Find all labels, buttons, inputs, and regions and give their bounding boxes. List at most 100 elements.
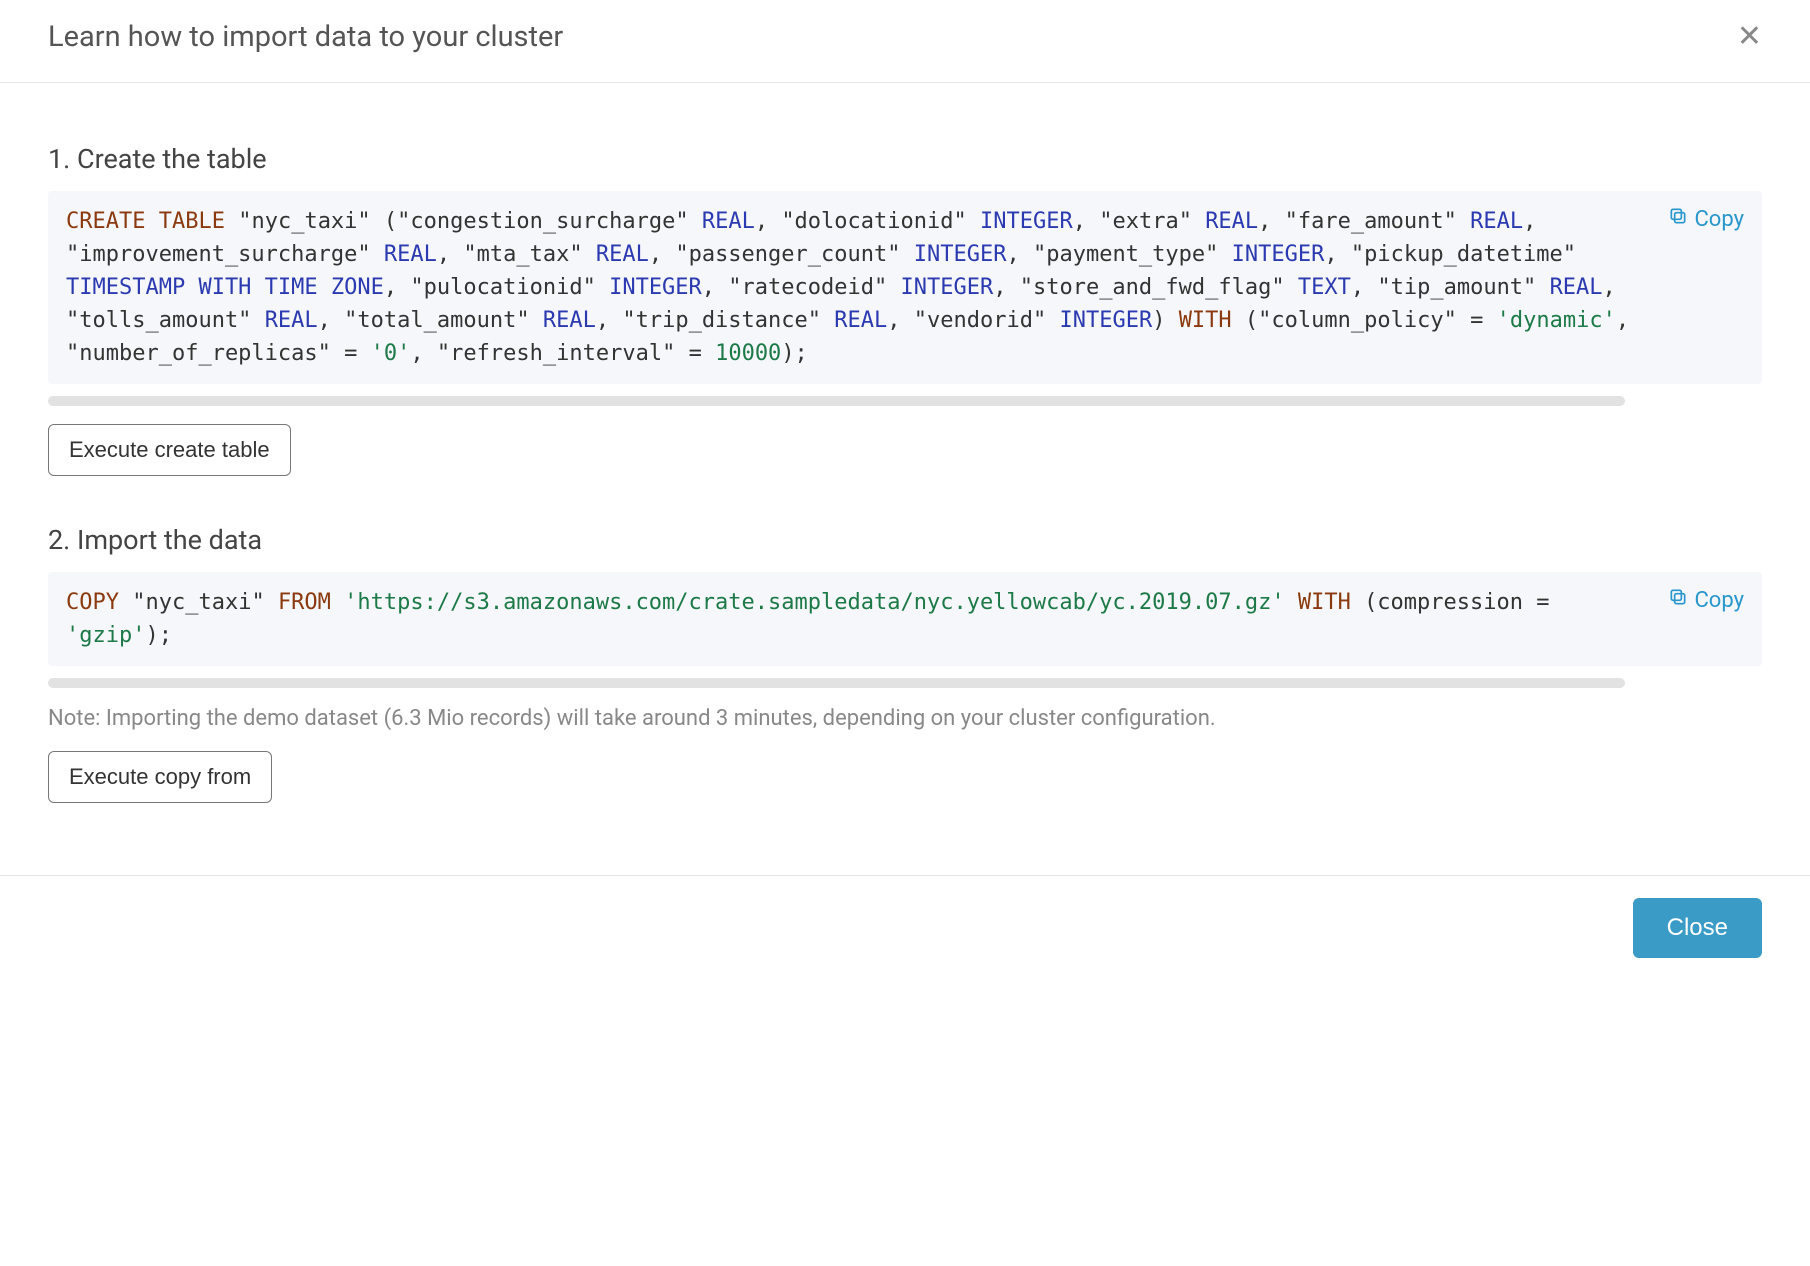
p: = (1470, 308, 1483, 333)
col: "pulocationid" (410, 275, 595, 300)
tbl: "nyc_taxi" (238, 209, 370, 234)
wv: '0' (371, 341, 411, 366)
p: , (887, 308, 900, 333)
wk: "number_of_replicas" (66, 341, 331, 366)
col: "trip_distance" (622, 308, 821, 333)
modal-footer: Close (0, 875, 1810, 958)
p: , (318, 308, 331, 333)
col: "payment_type" (1033, 242, 1218, 267)
p: ); (781, 341, 808, 366)
copy-label: Copy (1694, 203, 1744, 236)
col: "tolls_amount" (66, 308, 251, 333)
copy-icon (1668, 203, 1688, 236)
col: "fare_amount" (1285, 209, 1457, 234)
type: INTEGER (914, 242, 1007, 267)
p: , (1073, 209, 1086, 234)
p: ); (145, 623, 172, 648)
p: , (1258, 209, 1271, 234)
type: INTEGER (609, 275, 702, 300)
wv: 'dynamic' (1497, 308, 1616, 333)
step-create-table: 1. Create the table Copy CREATE TABLE "n… (48, 143, 1762, 476)
step1-title: 1. Create the table (48, 143, 1762, 175)
col: "improvement_surcharge" (66, 242, 371, 267)
p: , (384, 275, 397, 300)
modal-body: 1. Create the table Copy CREATE TABLE "n… (0, 83, 1810, 875)
url: 'https://s3.amazonaws.com/crate.sampleda… (344, 590, 1284, 615)
type: REAL (1550, 275, 1603, 300)
col: "total_amount" (344, 308, 529, 333)
kw: WITH (1298, 590, 1351, 615)
import-data-modal: Learn how to import data to your cluster… (0, 0, 1810, 998)
copy-from-sql: Copy COPY "nyc_taxi" FROM 'https://s3.am… (48, 572, 1762, 666)
p: , (1523, 209, 1536, 234)
tbl: "nyc_taxi" (132, 590, 264, 615)
scrollbar[interactable] (48, 678, 1625, 688)
execute-copy-from-button[interactable]: Execute copy from (48, 751, 272, 803)
p: , (649, 242, 662, 267)
col: "passenger_count" (675, 242, 900, 267)
col: "tip_amount" (1377, 275, 1536, 300)
p: , (993, 275, 1006, 300)
type: REAL (834, 308, 887, 333)
p: , (1603, 275, 1616, 300)
p: , (437, 242, 450, 267)
type: REAL (596, 242, 649, 267)
type: INTEGER (1232, 242, 1325, 267)
type: REAL (543, 308, 596, 333)
execute-create-table-button[interactable]: Execute create table (48, 424, 291, 476)
p: , (1616, 308, 1629, 333)
col: "store_and_fwd_flag" (1020, 275, 1285, 300)
kw: CREATE (66, 209, 145, 234)
col: "ratecodeid" (728, 275, 887, 300)
wk: "refresh_interval" (437, 341, 675, 366)
copy-label: Copy (1694, 584, 1744, 617)
col: "vendorid" (914, 308, 1046, 333)
type: REAL (384, 242, 437, 267)
p: , (702, 275, 715, 300)
p: , (755, 209, 768, 234)
val: 'gzip' (66, 623, 145, 648)
p: ) (1152, 308, 1165, 333)
kw: FROM (278, 590, 331, 615)
scrollbar[interactable] (48, 396, 1625, 406)
create-table-sql: Copy CREATE TABLE "nyc_taxi" ("congestio… (48, 191, 1762, 384)
p: , (1351, 275, 1364, 300)
p: , (596, 308, 609, 333)
p: , (1006, 242, 1019, 267)
copy-button[interactable]: Copy (1668, 203, 1744, 236)
type: INTEGER (980, 209, 1073, 234)
kw: TABLE (159, 209, 225, 234)
col: "congestion_surcharge" (397, 209, 688, 234)
close-icon[interactable]: ✕ (1737, 22, 1762, 52)
copy-icon (1668, 584, 1688, 617)
col: "mta_tax" (463, 242, 582, 267)
wk: "column_policy" (1258, 308, 1457, 333)
col: "dolocationid" (781, 209, 966, 234)
p: = (689, 341, 702, 366)
col: "extra" (1099, 209, 1192, 234)
type: TIMESTAMP WITH TIME ZONE (66, 275, 384, 300)
close-button[interactable]: Close (1633, 898, 1762, 958)
step2-title: 2. Import the data (48, 524, 1762, 556)
kw: COPY (66, 590, 119, 615)
p: = (344, 341, 357, 366)
p: ( (1245, 308, 1258, 333)
modal-title: Learn how to import data to your cluster (48, 20, 563, 54)
copy-button[interactable]: Copy (1668, 584, 1744, 617)
type: REAL (702, 209, 755, 234)
type: INTEGER (901, 275, 994, 300)
type: REAL (1205, 209, 1258, 234)
type: INTEGER (1059, 308, 1152, 333)
type: TEXT (1298, 275, 1351, 300)
wv: 10000 (715, 341, 781, 366)
type: REAL (1470, 209, 1523, 234)
modal-header: Learn how to import data to your cluster… (0, 0, 1810, 83)
p: ( (384, 209, 397, 234)
type: REAL (265, 308, 318, 333)
p: (compression = (1364, 590, 1549, 615)
step-import-data: 2. Import the data Copy COPY "nyc_taxi" … (48, 524, 1762, 803)
p: , (410, 341, 423, 366)
p: , (1324, 242, 1337, 267)
kw: WITH (1179, 308, 1232, 333)
import-note: Note: Importing the demo dataset (6.3 Mi… (48, 706, 1762, 731)
